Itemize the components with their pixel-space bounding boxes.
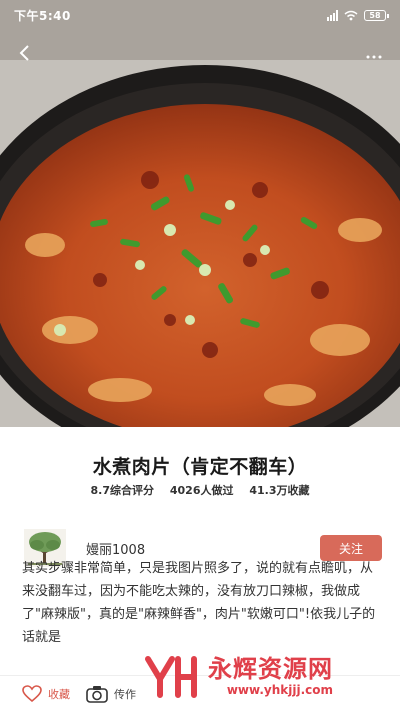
camera-icon [86, 685, 108, 703]
back-button[interactable] [18, 39, 46, 67]
more-dots-icon [366, 55, 382, 58]
upload-work-button[interactable]: 传作 [86, 685, 136, 703]
wifi-icon [344, 10, 358, 20]
signal-icon [327, 9, 338, 21]
watermark-url: www.yhkjjj.com [226, 682, 333, 697]
status-bar: 下午5:40 58 [0, 0, 400, 30]
chevron-left-icon [19, 45, 29, 61]
favorite-button[interactable]: 收藏 [22, 684, 70, 703]
battery-icon: 58 [364, 9, 389, 21]
recipe-title: 水煮肉片（肯定不翻车） [92, 456, 308, 478]
rating-stat: 8.7综合评分 [90, 484, 155, 497]
watermark-logo-icon [145, 656, 197, 698]
recipe-description: 其实步骤非常简单，只是我图片照多了，说的就有点瞻叽，从来没翻车过，因为不能吃太辣… [22, 561, 376, 645]
recipe-stats: 8.7综合评分 4026人做过 41.3万收藏 [0, 482, 400, 498]
cooked-count-stat: 4026人做过 [169, 484, 234, 497]
more-button[interactable] [366, 44, 382, 63]
favorite-label: 收藏 [48, 687, 70, 701]
favorites-count-stat: 41.3万收藏 [249, 484, 310, 497]
author-name[interactable]: 嫚丽1008 [86, 539, 145, 558]
top-nav [0, 36, 400, 70]
status-time: 下午5:40 [14, 8, 71, 23]
upload-label: 传作 [114, 687, 136, 701]
heart-icon [22, 684, 42, 702]
watermark-name: 永辉资源网 [208, 655, 333, 684]
watermark: 永辉资源网 www.yhkjjj.com [142, 648, 392, 706]
